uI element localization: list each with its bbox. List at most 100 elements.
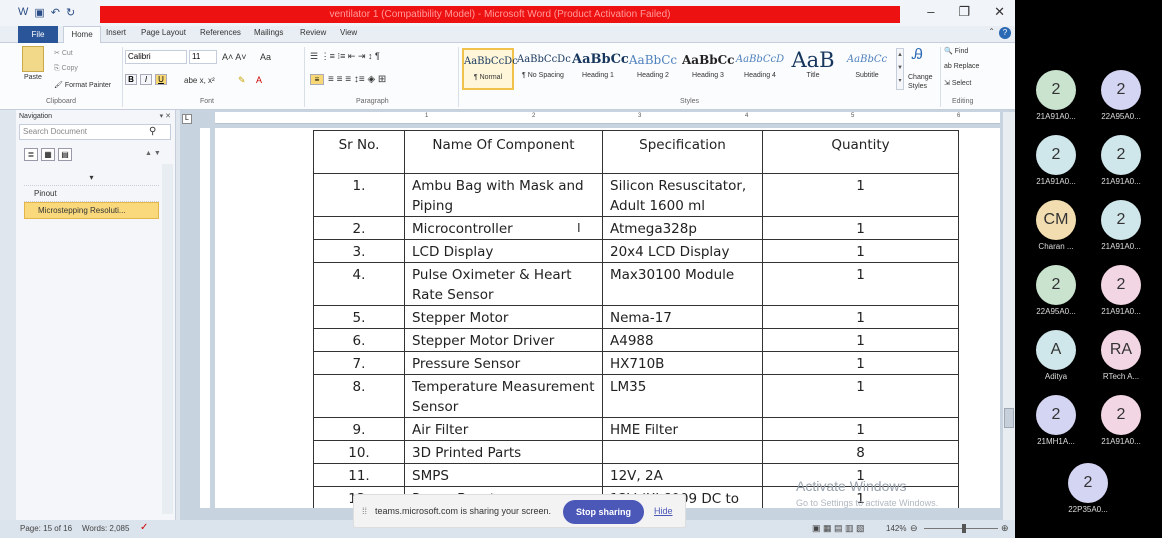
tab-insert[interactable]: Insert [106, 28, 126, 37]
font-size-select[interactable]: 11 [189, 50, 217, 64]
change-styles-icon[interactable]: Ꭿ [912, 46, 923, 63]
italic-button[interactable]: I [140, 74, 152, 85]
style-title[interactable]: AaB Title [787, 48, 839, 90]
ruler-tick: 3 [638, 113, 642, 119]
paste-button[interactable]: Paste [24, 74, 42, 81]
participant-tile[interactable]: 2 22A95A0... [1088, 70, 1154, 121]
style-heading-1[interactable]: AaBbCc Heading 1 [572, 48, 629, 90]
style-heading-2[interactable]: AaBbCc Heading 2 [627, 48, 679, 90]
participant-tile[interactable]: 2 21A91A0... [1023, 135, 1089, 186]
format-painter-button[interactable]: 🖌 Format Painter [54, 81, 111, 89]
replace-button[interactable]: ab Replace [944, 63, 979, 70]
styles-scroll-icon[interactable]: ▲ ▼ ▾ [896, 48, 904, 90]
tab-file[interactable]: File [18, 26, 58, 43]
cut-button[interactable]: ✂ Cut [54, 49, 73, 57]
copy-button[interactable]: ⎘ Copy [54, 65, 78, 73]
zoom-slider[interactable] [924, 528, 998, 529]
table-row: 1. Ambu Bag with Mask and Piping Silicon R… [313, 173, 959, 217]
participant-tile[interactable]: 2 21A91A0... [1088, 395, 1154, 446]
hide-link[interactable]: Hide [654, 506, 673, 516]
nav-item-microstepping[interactable]: Microstepping Resoluti... [24, 202, 159, 219]
find-button[interactable]: 🔍 Find [944, 47, 968, 55]
page-count[interactable]: Page: 15 of 16 [20, 524, 72, 533]
nav-scrollbar[interactable] [162, 164, 173, 514]
zoom-out-icon[interactable]: ⊖ [910, 523, 918, 534]
participant-tile[interactable]: CM Charan ... [1023, 200, 1089, 251]
row-specification: 12V, 2A [602, 463, 763, 487]
grow-font-icon[interactable]: A˄ A˅ [222, 52, 247, 62]
restore-button[interactable]: ❐ [958, 4, 970, 20]
nav-item-pinout[interactable]: Pinout [24, 186, 159, 202]
align-left-button[interactable]: ≡ [310, 74, 324, 85]
bullets-icon[interactable]: ☰ ⋮≡ ⁝≡ ⇤ ⇥ ↕ ¶ [310, 51, 380, 62]
help-icon[interactable]: ? [999, 27, 1011, 39]
scroll-thumb[interactable] [1004, 408, 1014, 428]
font-name-select[interactable]: Calibri [125, 50, 187, 64]
highlight-icon[interactable]: ✎ [238, 75, 246, 86]
style-title-preview: AaB [791, 48, 835, 72]
change-case-icon[interactable]: Aa [260, 52, 271, 62]
vertical-scrollbar[interactable] [1003, 112, 1015, 520]
search-icon[interactable]: ⚲ [149, 126, 156, 137]
participant-tile[interactable]: 2 21A91A0... [1088, 135, 1154, 186]
participant-tile[interactable]: A Aditya [1023, 330, 1089, 381]
participant-name: 22A95A0... [1036, 307, 1076, 316]
proofing-icon[interactable]: ✓ [140, 522, 148, 533]
participant-tile[interactable]: 2 21A91A0... [1088, 200, 1154, 251]
zoom-slider-thumb[interactable] [962, 524, 966, 533]
headings-view-icon[interactable]: ≣ [24, 148, 38, 161]
tab-page-layout[interactable]: Page Layout [141, 28, 186, 37]
participant-name: Aditya [1044, 372, 1068, 381]
nav-collapse-icon[interactable]: ▾ [24, 170, 159, 186]
save-icon[interactable]: ▣ [34, 6, 44, 19]
close-button[interactable]: ✕ [994, 4, 1005, 20]
table-row: 6. Stepper Motor Driver A4988 1 [313, 328, 959, 352]
select-button[interactable]: ⇲ Select [944, 79, 971, 87]
participant-tile[interactable]: RA RTech A... [1088, 330, 1154, 381]
style-heading-4[interactable]: AaBbCcD Heading 4 [734, 48, 786, 90]
style-subtitle[interactable]: AaBbCc Subtitle [841, 48, 893, 90]
align-center-icon[interactable]: ≡ ≡ ≡ ↕≡ ◈ ⊞ [328, 74, 386, 85]
bold-button[interactable]: B [125, 74, 137, 85]
document-page[interactable]: Sr No. Name Of Component Specification Q… [215, 128, 1000, 508]
zoom-in-icon[interactable]: ⊕ [1001, 523, 1009, 534]
style-no-spacing-name: ¶ No Spacing [522, 72, 564, 79]
style-no-spacing[interactable]: AaBbCcDc ¶ No Spacing [517, 48, 571, 90]
undo-icon[interactable]: ↶ [51, 6, 60, 19]
participant-tile[interactable]: 2 21A91A0... [1088, 265, 1154, 316]
style-normal[interactable]: AaBbCcDc ¶ Normal [462, 48, 518, 90]
redo-icon[interactable]: ↻ [66, 6, 75, 19]
participant-tile[interactable]: 2 21MH1A... [1023, 395, 1089, 446]
tab-review[interactable]: Review [300, 28, 326, 37]
minimize-button[interactable]: – [927, 4, 934, 20]
font-color-icon[interactable]: A [256, 75, 262, 85]
results-view-icon[interactable]: ▤ [58, 148, 72, 161]
tab-home[interactable]: Home [63, 26, 101, 44]
screen-share-bar: ⁞⁞ teams.microsoft.com is sharing your s… [353, 494, 686, 528]
strikethrough-icon[interactable]: abe x, x² [184, 76, 215, 85]
paste-icon[interactable] [22, 46, 44, 72]
pages-view-icon[interactable]: ▦ [41, 148, 55, 161]
stop-sharing-button[interactable]: Stop sharing [563, 500, 644, 524]
style-heading-3[interactable]: AaBbCc Heading 3 [682, 48, 734, 90]
view-buttons-icon[interactable]: ▣ ▦ ▤ ▥ ▧ [812, 523, 865, 534]
nav-arrows-icon[interactable]: ▲ ▼ [145, 150, 161, 157]
zoom-level[interactable]: 142% [886, 524, 906, 533]
tab-selector-icon[interactable]: L [182, 114, 192, 124]
participant-tile[interactable]: 2 21A91A0... [1023, 70, 1089, 121]
row-specification: Silicon Resuscitator, Adult 1600 ml [602, 173, 763, 217]
word-count[interactable]: Words: 2,085 [82, 524, 129, 533]
row-component-name: Stepper Motor Driver [404, 328, 603, 352]
drag-handle-icon[interactable]: ⁞⁞ [362, 506, 367, 516]
tab-mailings[interactable]: Mailings [254, 28, 283, 37]
close-pane-icon[interactable]: ▾ ✕ [160, 112, 171, 120]
change-styles-button[interactable]: Change Styles [908, 73, 936, 91]
ribbon-minimize-icon[interactable]: ⌃ [988, 27, 995, 39]
tab-view[interactable]: View [340, 28, 357, 37]
participant-tile[interactable]: 2 22P35A0... [1055, 463, 1121, 514]
style-heading-1-preview: AaBbCc [572, 52, 629, 67]
row-quantity: 1 [762, 328, 959, 352]
underline-button[interactable]: U [155, 74, 167, 85]
participant-tile[interactable]: 2 22A95A0... [1023, 265, 1089, 316]
tab-references[interactable]: References [200, 28, 241, 37]
